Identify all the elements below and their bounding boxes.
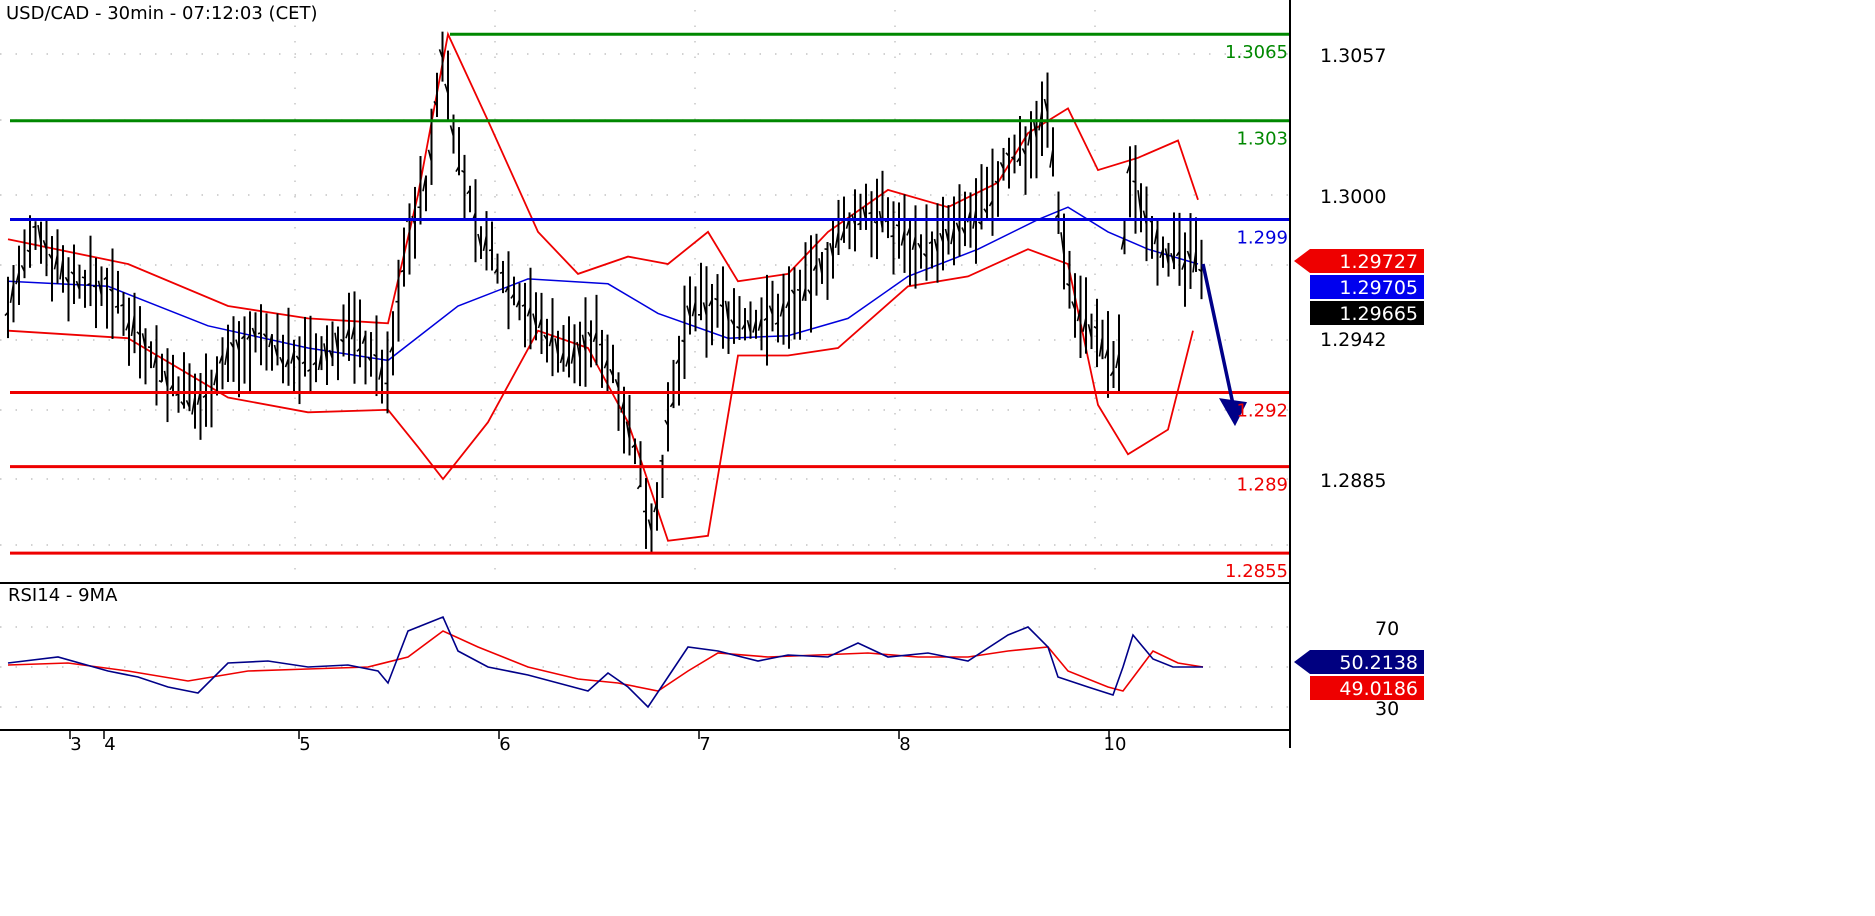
rsi-lines — [8, 617, 1203, 707]
level-label-support: 1.289 — [1236, 475, 1288, 496]
chart-canvas: 1.3065 1.303 1.299 1.292 1.289 1.2855 3 4 5 6 7 8 10… — [0, 0, 1875, 912]
price-bars — [5, 32, 1202, 555]
price-tag-pointer — [1294, 650, 1310, 674]
price-tag-pointer — [1294, 249, 1310, 273]
price-bar-tick — [489, 250, 492, 251]
forecast-arrow-shaft — [1203, 264, 1233, 404]
price-bar-tick — [82, 277, 85, 278]
level-lines — [10, 34, 1290, 553]
level-label-resistance: 1.3065 — [1225, 42, 1288, 63]
frame — [0, 0, 1290, 748]
level-label-support: 1.2855 — [1225, 561, 1288, 582]
price-bar-tick — [258, 333, 261, 334]
bollinger-lower-line — [8, 249, 1193, 541]
x-tick-label: 7 — [699, 734, 710, 755]
chart-title: USD/CAD - 30min - 07:12:03 (CET) — [6, 3, 318, 24]
bollinger-upper-line — [8, 34, 1198, 323]
price-bar-tick — [1133, 181, 1136, 182]
x-tick-label: 3 — [70, 734, 81, 755]
y-tick-label: 1.3000 — [1320, 186, 1386, 208]
price-tag-label: 1.29705 — [1339, 277, 1418, 299]
x-tick-label: 5 — [299, 734, 310, 755]
level-label-pivot: 1.299 — [1236, 228, 1288, 249]
y-tick-label: 1.2942 — [1320, 329, 1386, 351]
price-bar-tick — [500, 272, 503, 273]
x-tick-label: 8 — [899, 734, 910, 755]
rsi-line — [8, 617, 1203, 707]
level-label-resistance: 1.303 — [1236, 129, 1288, 150]
rsi-title: RSI14 - 9MA — [8, 585, 118, 606]
price-tag-label: 50.2138 — [1339, 652, 1418, 674]
price-tag-label: 1.29727 — [1339, 251, 1418, 273]
price-bar-tick — [33, 226, 36, 227]
price-bar-tick — [115, 306, 118, 307]
y-tick-label: 1.3057 — [1320, 45, 1386, 67]
x-tick-label: 4 — [104, 734, 115, 755]
x-tick-label: 10 — [1104, 734, 1127, 755]
rsi-y-tick-label: 30 — [1375, 698, 1399, 720]
price-bar-tick — [896, 225, 899, 226]
bollinger-bands — [8, 34, 1198, 541]
price-tag-label: 49.0186 — [1339, 678, 1418, 700]
usdcad-chart: 1.3065 1.303 1.299 1.292 1.289 1.2855 3 4 5 6 7 8 10… — [0, 0, 1875, 912]
rsi-ma-line — [8, 631, 1203, 691]
x-tick-label: 6 — [499, 734, 510, 755]
level-label-support: 1.292 — [1236, 401, 1288, 422]
y-tick-label: 1.2885 — [1320, 470, 1386, 492]
price-tag-label: 1.29665 — [1339, 303, 1418, 325]
rsi-y-tick-label: 70 — [1375, 618, 1399, 640]
price-bar-tick — [869, 212, 872, 213]
